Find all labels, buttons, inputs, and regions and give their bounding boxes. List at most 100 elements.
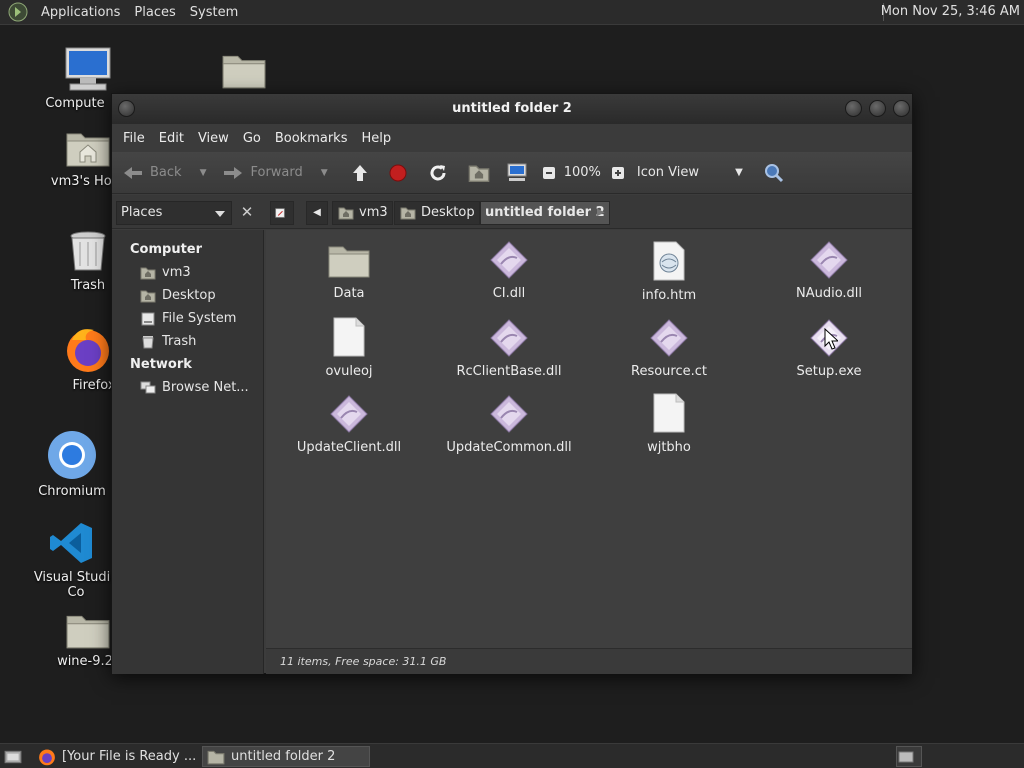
home-folder-icon [468,163,490,183]
sidebar-item-desktop[interactable]: Desktop [112,284,263,307]
trash-icon [142,335,154,348]
dll-icon [489,394,529,434]
menu-edit[interactable]: Edit [152,131,191,146]
window-titlebar[interactable]: untitled folder 2 [112,94,912,124]
drive-icon [141,312,155,325]
file-item[interactable]: CI.dll [434,240,584,301]
up-button[interactable] [350,163,376,183]
file-manager-window: untitled folder 2 File Edit View Go Book… [111,93,913,674]
file-name: UpdateClient.dll [296,440,402,455]
desktop-folder-icon [140,289,156,303]
dll-icon [809,240,849,280]
file-view[interactable]: Data CI.dll info.htm NAudio.dll ovuleoj … [266,230,912,648]
sidebar-places-select[interactable]: Places [116,201,232,225]
clock[interactable]: Mon Nov 25, 3:46 AM [881,4,1020,19]
sidebar-item-label: vm3 [162,265,191,280]
file-name: NAudio.dll [795,286,863,301]
breadcrumb-current[interactable]: untitled folder 2 [480,201,610,225]
view-mode-select[interactable]: Icon View ▼ [637,165,743,180]
folder-icon [65,610,111,650]
back-history-dropdown[interactable]: ▼ [200,168,207,178]
edit-location-icon [275,208,285,218]
file-name: wjtbho [647,440,691,455]
file-item[interactable]: ovuleoj [274,316,424,379]
back-arrow-icon [124,166,142,179]
reload-button[interactable] [428,163,454,183]
breadcrumb-vm3[interactable]: vm3 [332,201,393,225]
show-desktop-icon [4,750,22,763]
forward-button[interactable]: Forward ▼ [222,165,328,181]
dll-icon [489,318,529,358]
zoom-level[interactable]: 100% [564,165,601,180]
taskbar-item-firefox[interactable]: [Your File is Ready ... [34,746,198,767]
sidebar-item-label: File System [162,311,237,326]
blank-file-icon [651,392,687,434]
sidebar-item-browse-network[interactable]: Browse Net... [112,376,263,399]
workspace-switcher[interactable] [896,746,922,767]
computer-button[interactable] [506,163,534,183]
sidebar-item-label: Desktop [162,288,216,303]
path-bar: Places ✕ ◀ vm3 Desktop untitled folder 2… [112,195,912,229]
forward-history-dropdown[interactable]: ▼ [321,168,328,178]
reload-icon [430,164,446,180]
sidebar-item-label: Trash [162,334,197,349]
window-menu-button[interactable] [118,100,135,117]
dll-icon [649,318,689,358]
maximize-button[interactable] [869,100,886,117]
mate-logo-icon[interactable] [8,2,28,22]
sidebar-item-trash[interactable]: Trash [112,330,263,353]
home-folder-icon [140,266,156,280]
sidebar-heading-computer: Computer [130,242,203,257]
breadcrumb-scroll-right[interactable]: ▶ [592,201,610,225]
menubar: File Edit View Go Bookmarks Help [112,124,912,152]
back-button[interactable]: Back ▼ [122,165,206,181]
stop-button[interactable] [388,163,414,183]
sidebar-item-vm3[interactable]: vm3 [112,261,263,284]
taskbar-item-label: [Your File is Ready ... [62,749,197,764]
blank-file-icon [331,316,367,358]
minimize-button[interactable] [845,100,862,117]
chromium-icon [48,431,96,479]
home-button[interactable] [468,163,496,183]
file-item[interactable]: Data [274,240,424,301]
file-item[interactable]: NAudio.dll [754,240,904,301]
breadcrumb-label: vm3 [359,205,388,220]
menu-help[interactable]: Help [354,131,398,146]
applications-menu[interactable]: Applications [34,5,127,20]
taskbar-item-file-manager[interactable]: untitled folder 2 [202,746,370,767]
zoom-out-icon [542,166,555,179]
desktop-icon-folder[interactable] [189,50,299,94]
search-icon [764,163,783,182]
menu-view[interactable]: View [191,131,236,146]
file-item[interactable]: wjtbho [594,392,744,455]
back-label: Back [150,165,182,180]
file-item[interactable]: Resource.ct [594,318,744,379]
file-item[interactable]: UpdateClient.dll [274,394,424,455]
menu-go[interactable]: Go [236,131,268,146]
menu-file[interactable]: File [116,131,152,146]
chevron-down-icon [215,211,225,217]
location-toggle-button[interactable] [270,201,294,225]
menu-bookmarks[interactable]: Bookmarks [268,131,355,146]
file-name: Resource.ct [631,364,707,379]
system-menu[interactable]: System [183,5,245,20]
home-folder-icon [337,206,355,220]
forward-label: Forward [250,165,303,180]
show-desktop-button[interactable] [2,746,26,767]
file-name: Setup.exe [796,364,862,379]
folder-icon [207,749,225,765]
file-item[interactable]: RcClientBase.dll [434,318,584,379]
file-item[interactable]: info.htm [594,240,744,303]
breadcrumb-scroll-left[interactable]: ◀ [306,201,328,225]
close-button[interactable] [893,100,910,117]
places-menu[interactable]: Places [127,5,182,20]
search-button[interactable] [763,162,791,184]
breadcrumb-desktop[interactable]: Desktop [394,201,480,225]
zoom-out-button[interactable] [542,166,562,180]
up-arrow-icon [352,164,367,181]
computer-icon [507,163,527,181]
file-item[interactable]: UpdateCommon.dll [434,394,584,455]
zoom-in-button[interactable] [611,166,631,180]
close-sidebar-button[interactable]: ✕ [236,201,258,225]
sidebar-item-file-system[interactable]: File System [112,307,263,330]
